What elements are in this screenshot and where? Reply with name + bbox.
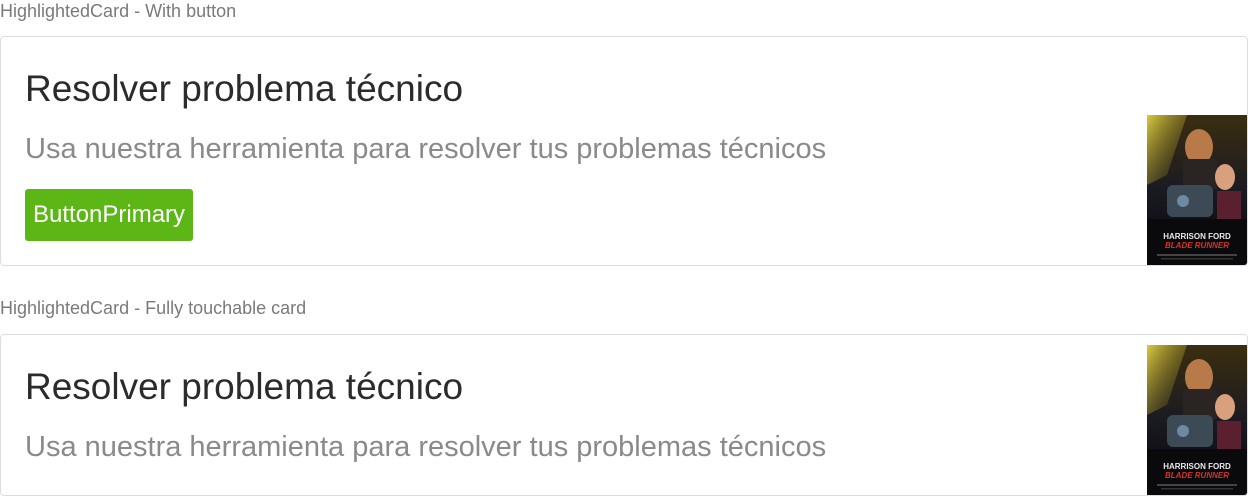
svg-text:HARRISON FORD: HARRISON FORD: [1163, 232, 1231, 241]
card-title: Resolver problema técnico: [25, 366, 464, 407]
highlighted-card-fully-touchable[interactable]: Resolver problema técnico Usa nuestra he…: [0, 334, 1248, 496]
card-description: Usa nuestra herramienta para resolver tu…: [25, 133, 827, 165]
svg-text:HARRISON FORD: HARRISON FORD: [1163, 462, 1231, 471]
section-label-fully-touchable: HighlightedCard - Fully touchable card: [0, 298, 307, 318]
card-description: Usa nuestra herramienta para resolver tu…: [25, 431, 827, 463]
movie-poster-image: HARRISON FORD BLADE RUNNER: [1147, 115, 1247, 265]
movie-poster-image: HARRISON FORD BLADE RUNNER: [1147, 345, 1247, 495]
highlighted-card-with-button: Resolver problema técnico Usa nuestra he…: [0, 36, 1248, 266]
card-title: Resolver problema técnico: [25, 68, 464, 109]
section-label-with-button: HighlightedCard - With button: [0, 1, 237, 21]
svg-text:BLADE RUNNER: BLADE RUNNER: [1165, 241, 1229, 250]
primary-button[interactable]: ButtonPrimary: [25, 189, 194, 241]
svg-text:BLADE RUNNER: BLADE RUNNER: [1165, 471, 1229, 480]
